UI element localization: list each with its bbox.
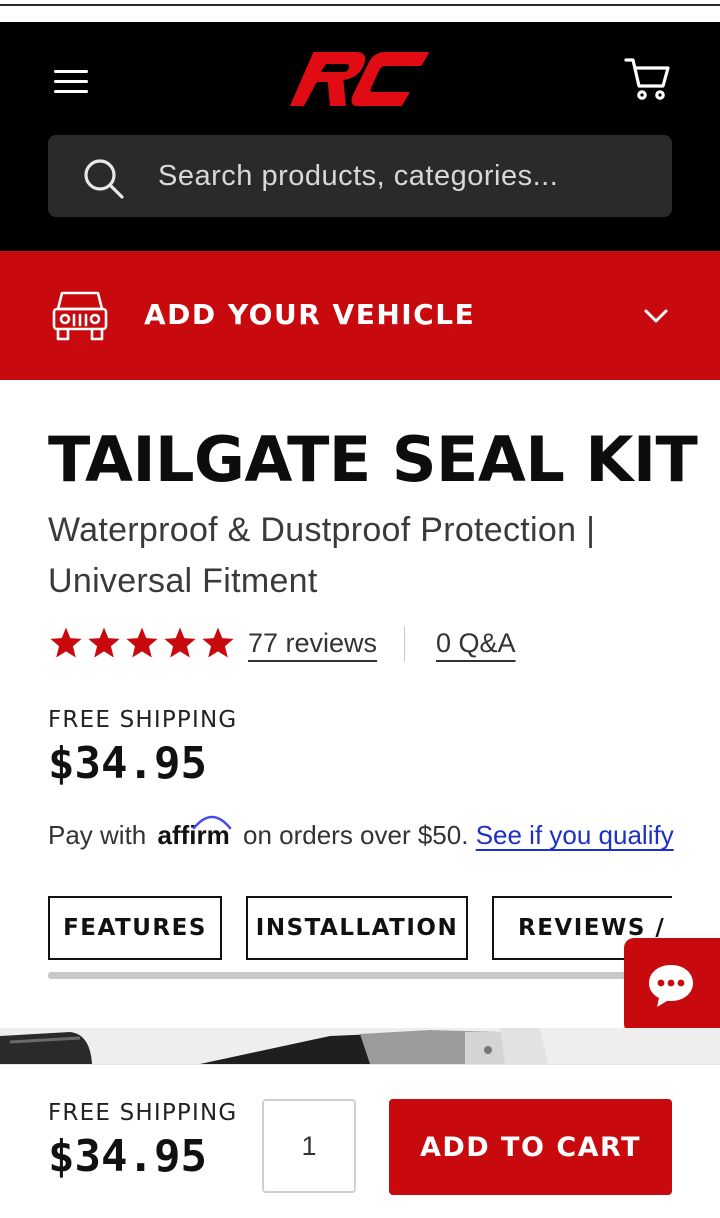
affirm-promo: Pay with affirm on orders over $50. See … bbox=[48, 815, 674, 851]
add-vehicle-label: ADD YOUR VEHICLE bbox=[144, 298, 476, 331]
affirm-qualify-link[interactable]: See if you qualify bbox=[476, 820, 674, 850]
rating-row: 77 reviews 0 Q&A bbox=[48, 622, 688, 670]
search-icon bbox=[84, 159, 124, 199]
star-icon bbox=[164, 627, 196, 658]
tabs-scrollbar[interactable] bbox=[48, 972, 672, 979]
search-input[interactable] bbox=[158, 135, 658, 217]
free-shipping-label: FREE SHIPPING bbox=[48, 1100, 238, 1126]
add-to-cart-button[interactable]: ADD TO CART bbox=[389, 1099, 672, 1195]
status-area bbox=[0, 0, 720, 22]
hamburger-menu-icon[interactable] bbox=[52, 66, 92, 98]
star-icon bbox=[202, 627, 234, 658]
product-title: TAILGATE SEAL KIT bbox=[48, 423, 698, 496]
chat-button[interactable] bbox=[624, 938, 720, 1034]
divider bbox=[0, 4, 720, 6]
chat-bubble-icon bbox=[649, 965, 693, 1007]
star-icon bbox=[126, 627, 158, 658]
star-rating[interactable] bbox=[48, 626, 238, 666]
quantity-input[interactable] bbox=[262, 1099, 356, 1193]
free-shipping-label: FREE SHIPPING bbox=[48, 707, 238, 733]
affirm-middle: on orders over $50. bbox=[242, 820, 469, 850]
star-icon bbox=[50, 627, 82, 658]
jeep-icon bbox=[52, 291, 108, 341]
sticky-add-to-cart-bar: FREE SHIPPING $34.95 ADD TO CART bbox=[0, 1064, 720, 1218]
divider bbox=[404, 626, 405, 662]
product-price: $34.95 bbox=[48, 738, 207, 789]
cart-icon[interactable] bbox=[622, 56, 672, 102]
reviews-link[interactable]: 77 reviews bbox=[248, 628, 377, 659]
product-subtitle: Waterproof & Dustproof Protection | Univ… bbox=[48, 511, 596, 600]
chevron-down-icon bbox=[644, 309, 668, 323]
tab-installation[interactable]: INSTALLATION bbox=[246, 896, 468, 960]
star-icon bbox=[88, 627, 120, 658]
tab-features[interactable]: FEATURES bbox=[48, 896, 222, 960]
add-vehicle-bar[interactable]: ADD YOUR VEHICLE bbox=[0, 251, 720, 380]
affirm-arc-icon bbox=[192, 815, 231, 830]
product-image-carousel[interactable] bbox=[0, 1028, 720, 1064]
qa-link[interactable]: 0 Q&A bbox=[436, 628, 516, 659]
rc-logo[interactable] bbox=[289, 50, 430, 110]
site-header bbox=[0, 22, 720, 251]
search-bar[interactable] bbox=[48, 135, 672, 217]
affirm-prefix: Pay with bbox=[48, 820, 147, 850]
affirm-logo: affirm bbox=[158, 815, 237, 850]
sticky-price: $34.95 bbox=[48, 1131, 207, 1182]
product-image bbox=[0, 1028, 720, 1064]
product-tabs: FEATURES INSTALLATION REVIEWS / Q bbox=[48, 896, 672, 962]
